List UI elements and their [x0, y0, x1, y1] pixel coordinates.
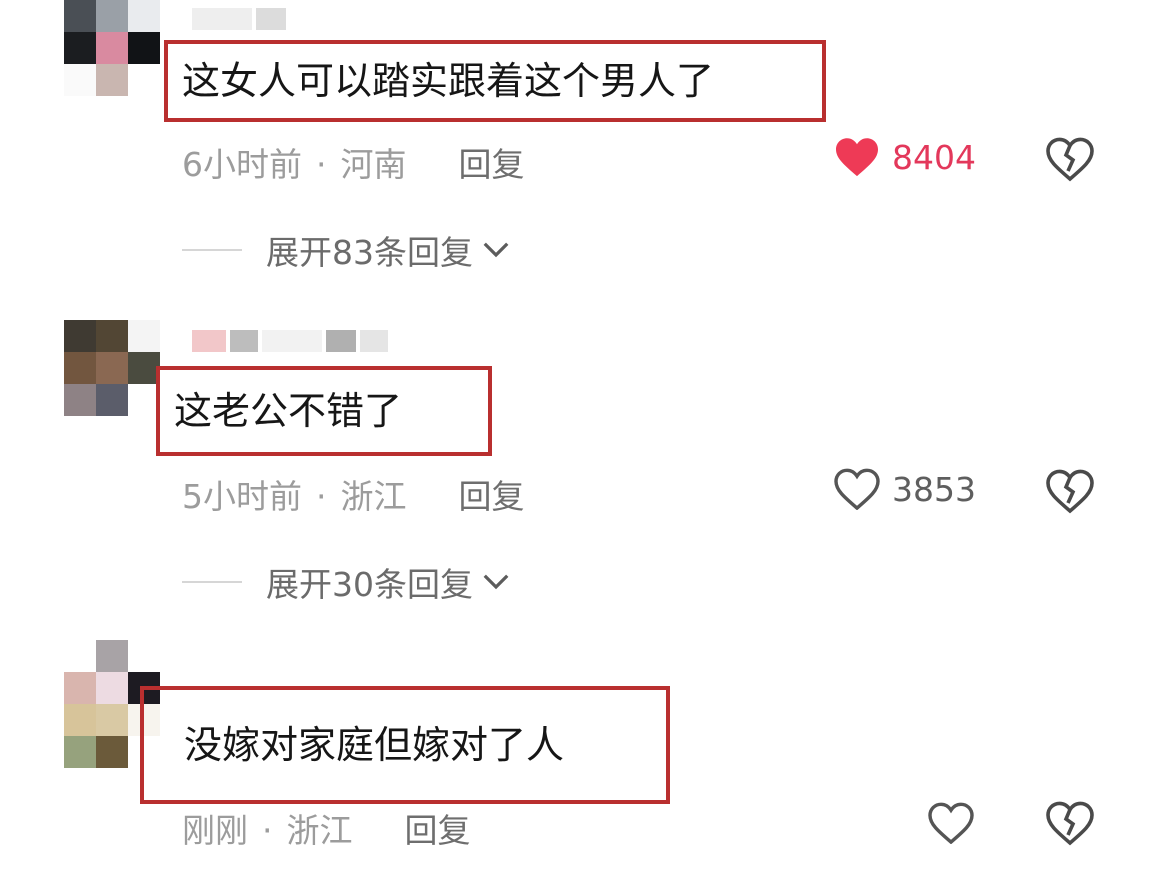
expand-replies-button[interactable]: 展开83条回复 — [182, 226, 511, 274]
reply-button[interactable]: 回复 — [459, 477, 525, 516]
comment-text: 这老公不错了 — [156, 366, 492, 456]
comment-time: 6小时前 — [182, 145, 302, 184]
reply-button[interactable]: 回复 — [405, 811, 471, 850]
reply-button[interactable]: 回复 — [459, 145, 525, 184]
broken-heart-icon[interactable] — [1046, 136, 1094, 182]
divider-line — [182, 581, 242, 583]
comment-meta: 6小时前 · 河南 回复 — [182, 145, 525, 184]
comment-location: 浙江 — [286, 811, 353, 850]
username-censored[interactable] — [192, 8, 286, 30]
expand-replies-button[interactable]: 展开30条回复 — [182, 558, 511, 606]
comment-location: 浙江 — [340, 477, 407, 516]
comment-meta: 刚刚 · 浙江 回复 — [182, 811, 471, 850]
expand-replies-label: 展开83条回复 — [266, 233, 473, 272]
comment-meta: 5小时前 · 浙江 回复 — [182, 477, 525, 516]
heart-icon — [836, 138, 878, 177]
like-button[interactable] — [928, 802, 986, 844]
comment-text: 这女人可以踏实跟着这个男人了 — [164, 40, 826, 122]
chevron-down-icon — [483, 574, 509, 590]
divider-line — [182, 249, 242, 251]
like-count: 8404 — [892, 137, 976, 177]
comment-item: 这老公不错了 5小时前 · 浙江 回复 3853 展开30条回复 — [0, 318, 1152, 618]
chevron-down-icon — [483, 242, 509, 258]
comment-time: 5小时前 — [182, 477, 302, 516]
broken-heart-icon[interactable] — [1046, 800, 1094, 846]
expand-replies-label: 展开30条回复 — [266, 565, 473, 604]
like-count: 3853 — [892, 469, 976, 509]
comment-item: 没嫁对家庭但嫁对了人 刚刚 · 浙江 回复 — [0, 640, 1152, 875]
comment-text: 没嫁对家庭但嫁对了人 — [140, 686, 670, 804]
heart-icon — [928, 802, 974, 844]
comment-location: 河南 — [340, 145, 407, 184]
like-button[interactable]: 3853 — [834, 468, 976, 510]
avatar[interactable] — [64, 0, 160, 96]
like-button[interactable]: 8404 — [834, 136, 976, 178]
broken-heart-icon[interactable] — [1046, 468, 1094, 514]
comment-item: 这女人可以踏实跟着这个男人了 6小时前 · 河南 回复 8404 展开83条回复 — [0, 0, 1152, 300]
heart-icon — [834, 468, 880, 510]
avatar[interactable] — [64, 320, 160, 416]
username-censored[interactable] — [192, 330, 388, 352]
comment-time: 刚刚 — [182, 811, 248, 850]
